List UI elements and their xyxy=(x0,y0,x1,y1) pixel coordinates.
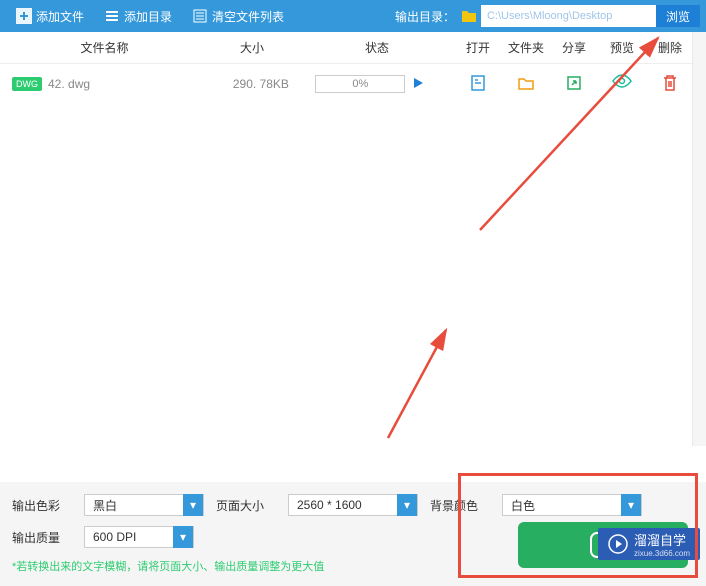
quality-dropdown[interactable]: 600 DPI ▾ xyxy=(84,526,194,548)
col-open: 打开 xyxy=(454,39,502,56)
bg-value: 白色 xyxy=(503,497,621,514)
output-path-text: C:\Users\Mloong\Desktop xyxy=(487,10,612,22)
color-label: 输出色彩 xyxy=(12,497,72,514)
add-dir-button[interactable]: 添加目录 xyxy=(94,0,182,32)
play-circle-icon xyxy=(608,534,628,554)
col-preview: 预览 xyxy=(598,39,646,56)
bg-dropdown[interactable]: 白色 ▾ xyxy=(502,494,642,516)
col-actions: 打开 文件夹 分享 预览 删除 xyxy=(447,39,694,56)
file-type-badge: DWG xyxy=(12,77,42,91)
list-icon xyxy=(104,8,120,24)
share-icon[interactable] xyxy=(550,74,598,95)
color-dropdown[interactable]: 黑白 ▾ xyxy=(84,494,204,516)
page-value: 2560 * 1600 xyxy=(289,498,397,512)
open-folder-icon[interactable] xyxy=(502,74,550,95)
bg-label: 背景颜色 xyxy=(430,497,490,514)
column-headers: 文件名称 大小 状态 打开 文件夹 分享 预览 删除 xyxy=(0,32,706,64)
file-name: 42. dwg xyxy=(48,77,206,91)
col-size: 大小 xyxy=(197,39,307,56)
page-label: 页面大小 xyxy=(216,497,276,514)
settings-row-1: 输出色彩 黑白 ▾ 页面大小 2560 * 1600 ▾ 背景颜色 白色 ▾ xyxy=(12,494,694,516)
color-value: 黑白 xyxy=(85,497,183,514)
clear-icon xyxy=(192,8,208,24)
play-icon[interactable] xyxy=(411,76,425,93)
output-path-field[interactable]: C:\Users\Mloong\Desktop xyxy=(481,5,656,27)
quality-label: 输出质量 xyxy=(12,529,72,546)
add-dir-label: 添加目录 xyxy=(124,8,172,25)
delete-icon[interactable] xyxy=(646,74,694,95)
file-row[interactable]: DWG 42. dwg 290. 78KB 0% xyxy=(0,64,706,104)
watermark-badge: 溜溜自学 zixue.3d66.com xyxy=(598,528,700,560)
add-file-button[interactable]: 添加文件 xyxy=(6,0,94,32)
open-icon[interactable] xyxy=(454,74,502,95)
add-file-label: 添加文件 xyxy=(36,8,84,25)
action-icons xyxy=(454,74,694,95)
preview-icon[interactable] xyxy=(598,74,646,95)
col-name: 文件名称 xyxy=(12,39,197,56)
browse-label: 浏览 xyxy=(666,8,690,25)
watermark-brand: 溜溜自学 xyxy=(634,530,690,549)
file-size: 290. 78KB xyxy=(206,77,315,91)
col-share: 分享 xyxy=(550,39,598,56)
plus-icon xyxy=(16,8,32,24)
top-toolbar: 添加文件 添加目录 清空文件列表 输出目录： C:\Users\Mloong\D… xyxy=(0,0,706,32)
file-list: DWG 42. dwg 290. 78KB 0% xyxy=(0,64,706,424)
clear-list-label: 清空文件列表 xyxy=(212,8,284,25)
quality-value: 600 DPI xyxy=(85,530,173,544)
progress-bar: 0% xyxy=(315,75,405,93)
output-dir-label: 输出目录： xyxy=(395,8,455,25)
chevron-down-icon: ▾ xyxy=(183,494,203,516)
watermark-sub: zixue.3d66.com xyxy=(634,549,690,558)
chevron-down-icon: ▾ xyxy=(621,494,641,516)
clear-list-button[interactable]: 清空文件列表 xyxy=(182,0,294,32)
chevron-down-icon: ▾ xyxy=(397,494,417,516)
col-delete: 删除 xyxy=(646,39,694,56)
col-status: 状态 xyxy=(307,39,447,56)
col-folder: 文件夹 xyxy=(502,39,550,56)
progress-cell: 0% xyxy=(315,75,454,93)
scrollbar[interactable] xyxy=(692,32,706,446)
browse-button[interactable]: 浏览 xyxy=(656,5,700,27)
chevron-down-icon: ▾ xyxy=(173,526,193,548)
page-dropdown[interactable]: 2560 * 1600 ▾ xyxy=(288,494,418,516)
folder-icon xyxy=(461,8,477,24)
